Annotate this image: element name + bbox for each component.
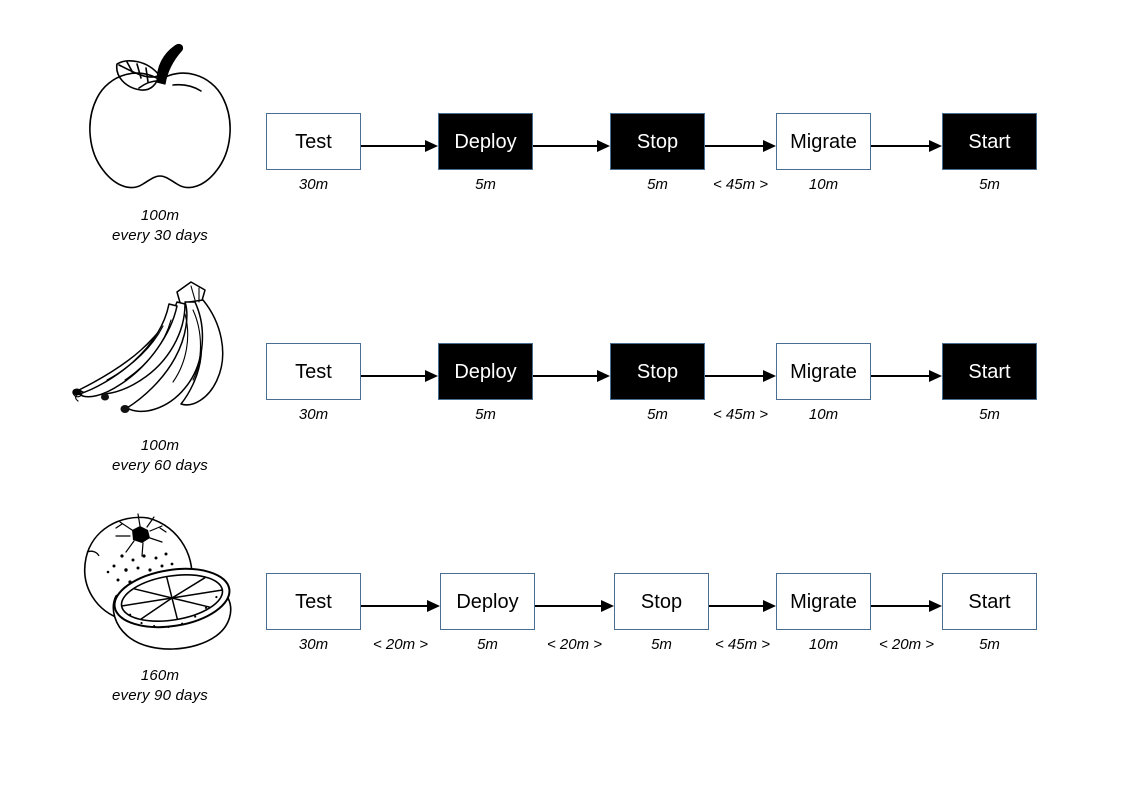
pipeline-node-migrate[interactable]: Migrate <box>776 573 871 630</box>
arrow-head-icon <box>929 370 942 382</box>
arrow-deploy-to-stop <box>533 370 610 382</box>
gap-deploy-to-stop: < 20m > <box>546 636 603 653</box>
pipeline-node-deploy[interactable]: Deploy <box>440 573 535 630</box>
fruit-caption-line2: every 90 days <box>112 687 208 704</box>
duration-stop: 5m <box>647 176 668 193</box>
duration-test: 30m <box>298 636 329 653</box>
pipeline-node-deploy[interactable]: Deploy <box>438 343 533 400</box>
pipeline-node-start[interactable]: Start <box>942 573 1037 630</box>
arrow-test-to-deploy <box>361 140 438 152</box>
node-label: Test <box>295 590 332 613</box>
node-label: Stop <box>636 130 679 153</box>
pipeline-node-start[interactable]: Start <box>942 113 1037 170</box>
pipeline-node-test[interactable]: Test <box>266 343 361 400</box>
duration-deploy: 5m <box>477 636 498 653</box>
arrow-head-icon <box>763 140 776 152</box>
pipeline-node-start[interactable]: Start <box>942 343 1037 400</box>
node-label: Migrate <box>790 590 857 613</box>
banana-icon <box>60 270 260 430</box>
gap-stop-to-migrate: < 45m > <box>714 636 771 653</box>
node-label: Migrate <box>790 130 857 153</box>
gap-stop-to-migrate: < 45m > <box>712 406 769 423</box>
duration-migrate: 10m <box>808 176 839 193</box>
node-label: Start <box>968 360 1011 383</box>
node-label: Start <box>968 130 1011 153</box>
pipeline-orange: Test Deploy Stop Migrate Start 30m 5m 5m… <box>266 558 1066 668</box>
arrow-stop-to-migrate <box>709 600 776 612</box>
duration-migrate: 10m <box>808 406 839 423</box>
pipeline-apple: Test Deploy Stop Migrate Start 30m 5m 5m… <box>266 98 1066 208</box>
pipeline-node-stop[interactable]: Stop <box>610 343 705 400</box>
node-label: Test <box>295 130 332 153</box>
node-label: Deploy <box>454 360 517 383</box>
arrow-head-icon <box>601 600 614 612</box>
fruit-caption-line1: 100m <box>140 207 180 224</box>
duration-deploy: 5m <box>475 406 496 423</box>
fruit-caption-line2: every 60 days <box>112 457 208 474</box>
arrow-migrate-to-start <box>871 600 942 612</box>
pipeline-node-test[interactable]: Test <box>266 573 361 630</box>
gap-stop-to-migrate: < 45m > <box>712 176 769 193</box>
duration-start: 5m <box>979 406 1000 423</box>
duration-stop: 5m <box>647 406 668 423</box>
diagram-canvas: 100m every 30 days Test Deploy Stop Migr… <box>0 0 1123 794</box>
node-label: Deploy <box>454 130 517 153</box>
arrow-deploy-to-stop <box>533 140 610 152</box>
fruit-caption-line1: 100m <box>140 437 180 454</box>
apple-icon <box>60 40 260 200</box>
pipeline-node-migrate[interactable]: Migrate <box>776 113 871 170</box>
arrow-test-to-deploy <box>361 600 440 612</box>
node-label: Deploy <box>456 590 519 613</box>
fruit-block-orange: 160m every 90 days <box>60 500 260 706</box>
duration-stop: 5m <box>651 636 672 653</box>
pipeline-node-stop[interactable]: Stop <box>614 573 709 630</box>
arrow-head-icon <box>763 370 776 382</box>
node-label: Stop <box>636 360 679 383</box>
fruit-block-banana: 100m every 60 days <box>60 270 260 476</box>
pipeline-node-deploy[interactable]: Deploy <box>438 113 533 170</box>
fruit-caption-banana: 100m every 60 days <box>60 436 260 476</box>
arrow-head-icon <box>425 370 438 382</box>
gap-migrate-to-start: < 20m > <box>878 636 935 653</box>
fruit-caption-orange: 160m every 90 days <box>60 666 260 706</box>
duration-test: 30m <box>298 176 329 193</box>
node-label: Migrate <box>790 360 857 383</box>
arrow-migrate-to-start <box>871 140 942 152</box>
arrow-deploy-to-stop <box>535 600 614 612</box>
arrow-head-icon <box>763 600 776 612</box>
node-label: Start <box>968 590 1011 613</box>
duration-deploy: 5m <box>475 176 496 193</box>
node-label: Test <box>295 360 332 383</box>
fruit-block-apple: 100m every 30 days <box>60 40 260 246</box>
duration-start: 5m <box>979 636 1000 653</box>
fruit-caption-line2: every 30 days <box>112 227 208 244</box>
arrow-head-icon <box>929 140 942 152</box>
pipeline-node-stop[interactable]: Stop <box>610 113 705 170</box>
arrow-head-icon <box>929 600 942 612</box>
arrow-stop-to-migrate <box>705 370 776 382</box>
duration-migrate: 10m <box>808 636 839 653</box>
fruit-caption-line1: 160m <box>140 667 180 684</box>
gap-test-to-deploy: < 20m > <box>372 636 429 653</box>
duration-start: 5m <box>979 176 1000 193</box>
orange-icon <box>60 500 260 660</box>
arrow-head-icon <box>425 140 438 152</box>
pipeline-banana: Test Deploy Stop Migrate Start 30m 5m 5m… <box>266 328 1066 438</box>
arrow-head-icon <box>427 600 440 612</box>
duration-test: 30m <box>298 406 329 423</box>
arrow-test-to-deploy <box>361 370 438 382</box>
arrow-migrate-to-start <box>871 370 942 382</box>
arrow-head-icon <box>597 140 610 152</box>
arrow-stop-to-migrate <box>705 140 776 152</box>
node-label: Stop <box>640 590 683 613</box>
fruit-caption-apple: 100m every 30 days <box>60 206 260 246</box>
pipeline-node-test[interactable]: Test <box>266 113 361 170</box>
arrow-head-icon <box>597 370 610 382</box>
pipeline-node-migrate[interactable]: Migrate <box>776 343 871 400</box>
